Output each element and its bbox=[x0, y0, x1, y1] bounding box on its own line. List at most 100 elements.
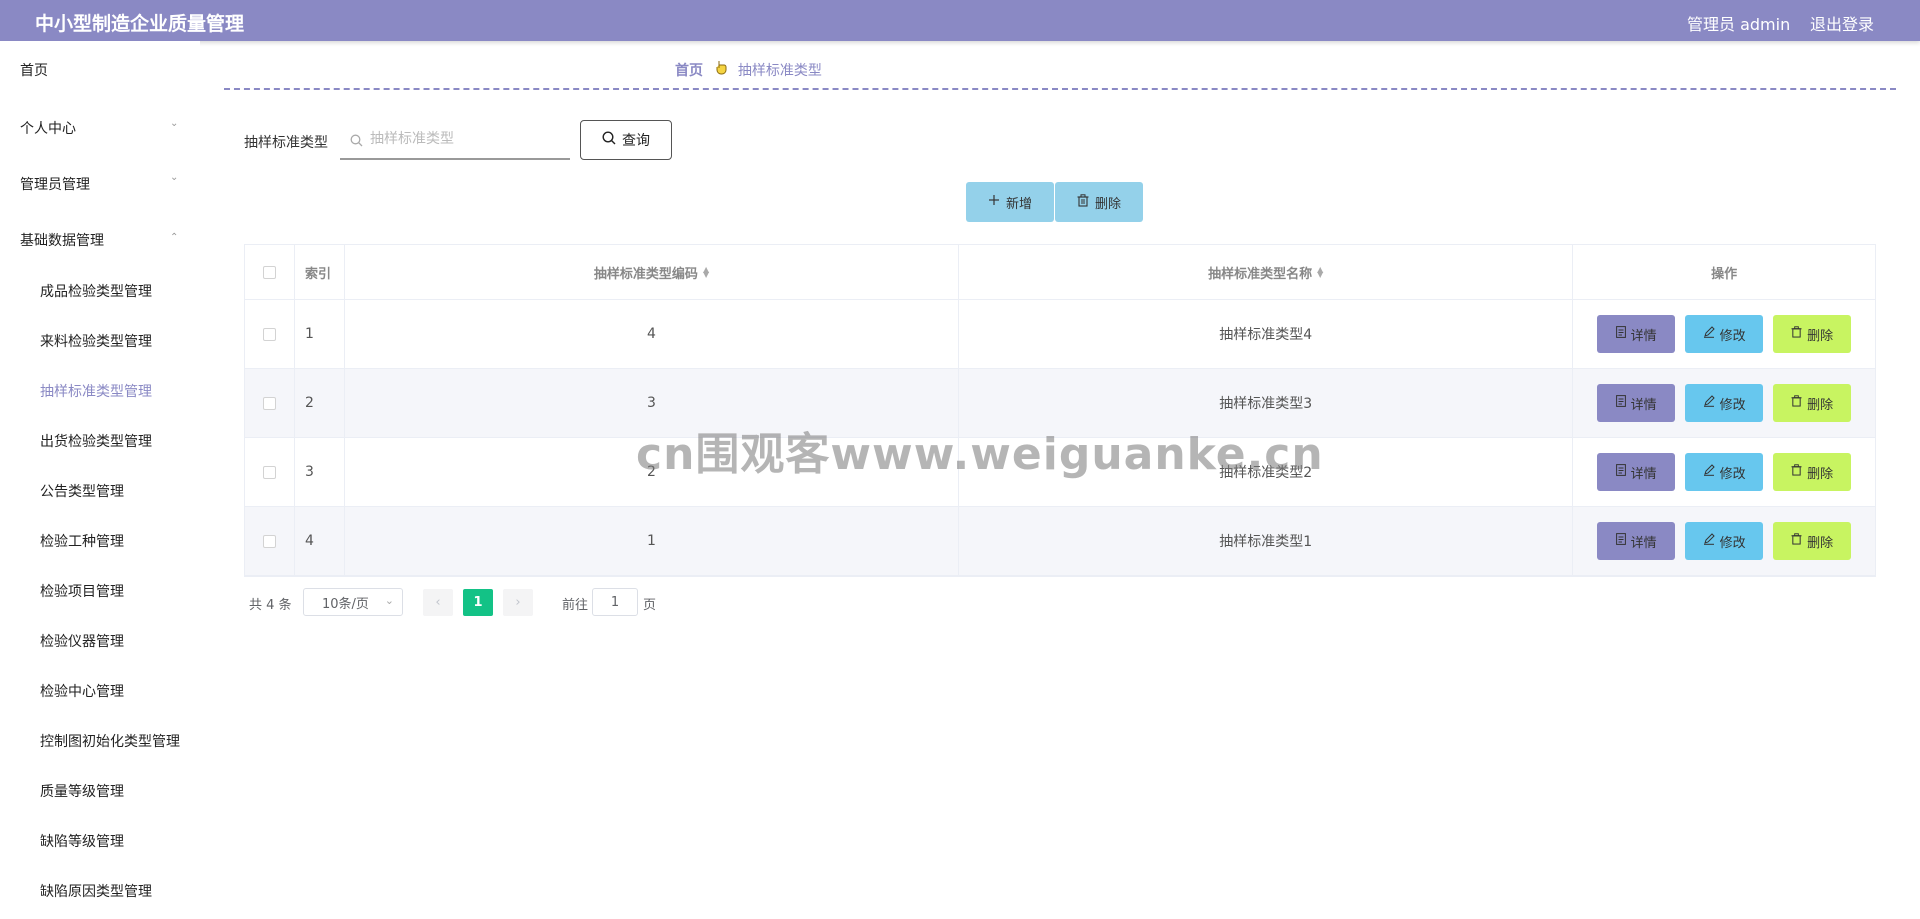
prev-page-button[interactable]: ‹ bbox=[423, 589, 453, 616]
header-code: 抽样标准类型编码 bbox=[593, 266, 698, 282]
sidebar-subitem-control-chart-init-type[interactable]: 控制图初始化类型管理 bbox=[40, 731, 180, 751]
detail-button-label: 详情 bbox=[1630, 397, 1657, 413]
header-name: 抽样标准类型名称 bbox=[1208, 266, 1313, 282]
row-index: 1 bbox=[295, 300, 345, 368]
row-operations: 详情 修改 删除 bbox=[1573, 369, 1875, 437]
row-index: 4 bbox=[295, 507, 345, 575]
row-checkbox[interactable] bbox=[262, 327, 276, 341]
document-icon bbox=[1615, 395, 1626, 411]
sidebar-item-base-data[interactable]: 基础数据管理 bbox=[20, 230, 104, 250]
edit-button-label: 修改 bbox=[1719, 535, 1746, 551]
breadcrumb-home[interactable]: 首页 bbox=[675, 63, 703, 79]
row-checkbox-cell bbox=[245, 369, 295, 437]
pencil-icon bbox=[1703, 533, 1715, 549]
sidebar-subitem-inspection-item[interactable]: 检验项目管理 bbox=[40, 581, 124, 601]
edit-button[interactable]: 修改 bbox=[1685, 315, 1764, 353]
header-code-cell[interactable]: 抽样标准类型编码 ▲ ▼ bbox=[345, 245, 960, 299]
trash-icon bbox=[1791, 326, 1802, 342]
delete-button-label: 删除 bbox=[1807, 397, 1834, 413]
detail-button-label: 详情 bbox=[1630, 535, 1657, 551]
row-index: 2 bbox=[295, 369, 345, 437]
batch-delete-button[interactable]: 删除 bbox=[1055, 182, 1143, 222]
row-checkbox[interactable] bbox=[262, 396, 276, 410]
page-size-value: 10条/页 bbox=[322, 596, 369, 612]
sidebar-subitem-inspection-center[interactable]: 检验中心管理 bbox=[40, 681, 124, 701]
sidebar-subitem-inspection-instrument[interactable]: 检验仪器管理 bbox=[40, 631, 124, 651]
delete-button-label: 删除 bbox=[1807, 535, 1834, 551]
breadcrumb-current: 抽样标准类型 bbox=[737, 63, 822, 79]
sidebar-subitem-product-inspection-type[interactable]: 成品检验类型管理 bbox=[40, 281, 152, 301]
edit-button-label: 修改 bbox=[1719, 328, 1746, 344]
table-header-row: 索引 抽样标准类型编码 ▲ ▼ 抽样标准类型名称 ▲ ▼ 操作 bbox=[245, 245, 1875, 300]
row-index: 3 bbox=[295, 438, 345, 506]
detail-button[interactable]: 详情 bbox=[1597, 315, 1676, 353]
add-button[interactable]: 新增 bbox=[966, 182, 1054, 222]
row-code: 4 bbox=[345, 300, 960, 368]
detail-button[interactable]: 详情 bbox=[1597, 453, 1676, 491]
header-operations: 操作 bbox=[1711, 266, 1738, 282]
row-name: 抽样标准类型3 bbox=[959, 369, 1574, 437]
sidebar-subitem-defect-level[interactable]: 缺陷等级管理 bbox=[40, 831, 124, 851]
row-checkbox[interactable] bbox=[262, 534, 276, 548]
page-number-current[interactable]: 1 bbox=[463, 589, 493, 616]
edit-button[interactable]: 修改 bbox=[1685, 384, 1764, 422]
row-checkbox[interactable] bbox=[262, 465, 276, 479]
select-all-checkbox[interactable] bbox=[262, 265, 276, 279]
sidebar-item-home[interactable]: 首页 bbox=[20, 60, 48, 80]
row-operations: 详情 修改 删除 bbox=[1573, 438, 1875, 506]
search-input[interactable] bbox=[370, 120, 566, 158]
edit-button-label: 修改 bbox=[1719, 466, 1746, 482]
search-label: 抽样标准类型 bbox=[244, 135, 328, 151]
delete-button[interactable]: 删除 bbox=[1773, 315, 1852, 353]
delete-button[interactable]: 删除 bbox=[1773, 384, 1852, 422]
plus-icon bbox=[988, 194, 1000, 210]
row-operations: 详情 修改 删除 bbox=[1573, 507, 1875, 575]
detail-button-label: 详情 bbox=[1630, 328, 1657, 344]
sidebar-subitem-incoming-inspection-type[interactable]: 来料检验类型管理 bbox=[40, 331, 152, 351]
sidebar-subitem-notice-type[interactable]: 公告类型管理 bbox=[40, 481, 124, 501]
sidebar-subitem-quality-level[interactable]: 质量等级管理 bbox=[40, 781, 124, 801]
page-size-select[interactable]: 10条/页 ⌄ bbox=[303, 588, 403, 616]
row-code: 2 bbox=[345, 438, 960, 506]
row-name: 抽样标准类型2 bbox=[959, 438, 1574, 506]
document-icon bbox=[1615, 464, 1626, 480]
delete-button[interactable]: 删除 bbox=[1773, 522, 1852, 560]
sidebar-subitem-defect-cause-type[interactable]: 缺陷原因类型管理 bbox=[40, 881, 152, 901]
edit-button[interactable]: 修改 bbox=[1685, 453, 1764, 491]
pencil-icon bbox=[1703, 464, 1715, 480]
edit-button[interactable]: 修改 bbox=[1685, 522, 1764, 560]
current-user-label: 管理员 admin bbox=[1687, 15, 1791, 34]
sidebar-item-admin-management[interactable]: 管理员管理 bbox=[20, 174, 90, 194]
detail-button[interactable]: 详情 bbox=[1597, 384, 1676, 422]
sidebar-subitem-inspection-job[interactable]: 检验工种管理 bbox=[40, 531, 124, 551]
trash-icon bbox=[1791, 464, 1802, 480]
next-page-button[interactable]: › bbox=[503, 589, 533, 616]
edit-button-label: 修改 bbox=[1719, 397, 1746, 413]
add-button-label: 新增 bbox=[1005, 196, 1032, 212]
query-button[interactable]: 查询 bbox=[580, 120, 672, 160]
header-index: 索引 bbox=[295, 245, 345, 299]
sidebar: 首页 个人中心 ⌄ 管理员管理 ⌄ 基础数据管理 ⌃ 成品检验类型管理 来料检验… bbox=[0, 41, 200, 919]
delete-button[interactable]: 删除 bbox=[1773, 453, 1852, 491]
sidebar-subitem-shipment-inspection-type[interactable]: 出货检验类型管理 bbox=[40, 431, 152, 451]
sidebar-item-personal-center[interactable]: 个人中心 bbox=[20, 118, 76, 138]
goto-label: 前往 bbox=[562, 598, 589, 613]
data-table: 索引 抽样标准类型编码 ▲ ▼ 抽样标准类型名称 ▲ ▼ 操作 1 4 抽样标准类型… bbox=[244, 244, 1876, 577]
chevron-right-icon: › bbox=[515, 595, 521, 610]
detail-button[interactable]: 详情 bbox=[1597, 522, 1676, 560]
row-name: 抽样标准类型4 bbox=[959, 300, 1574, 368]
detail-button-label: 详情 bbox=[1630, 466, 1657, 482]
sort-icon[interactable]: ▲ ▼ bbox=[703, 266, 709, 279]
row-name: 抽样标准类型1 bbox=[959, 507, 1574, 575]
chevron-down-icon: ⌄ bbox=[170, 172, 179, 183]
logout-link[interactable]: 退出登录 bbox=[1810, 11, 1874, 35]
delete-button-label: 删除 bbox=[1807, 328, 1834, 344]
app-title: 中小型制造企业质量管理 bbox=[35, 13, 245, 35]
chevron-left-icon: ‹ bbox=[435, 595, 441, 610]
sidebar-subitem-sampling-standard-type[interactable]: 抽样标准类型管理 bbox=[40, 381, 152, 401]
header-name-cell[interactable]: 抽样标准类型名称 ▲ ▼ bbox=[959, 245, 1574, 299]
document-icon bbox=[1615, 326, 1626, 342]
sort-icon[interactable]: ▲ ▼ bbox=[1317, 266, 1323, 279]
row-checkbox-cell bbox=[245, 438, 295, 506]
goto-page-input[interactable] bbox=[592, 588, 638, 616]
